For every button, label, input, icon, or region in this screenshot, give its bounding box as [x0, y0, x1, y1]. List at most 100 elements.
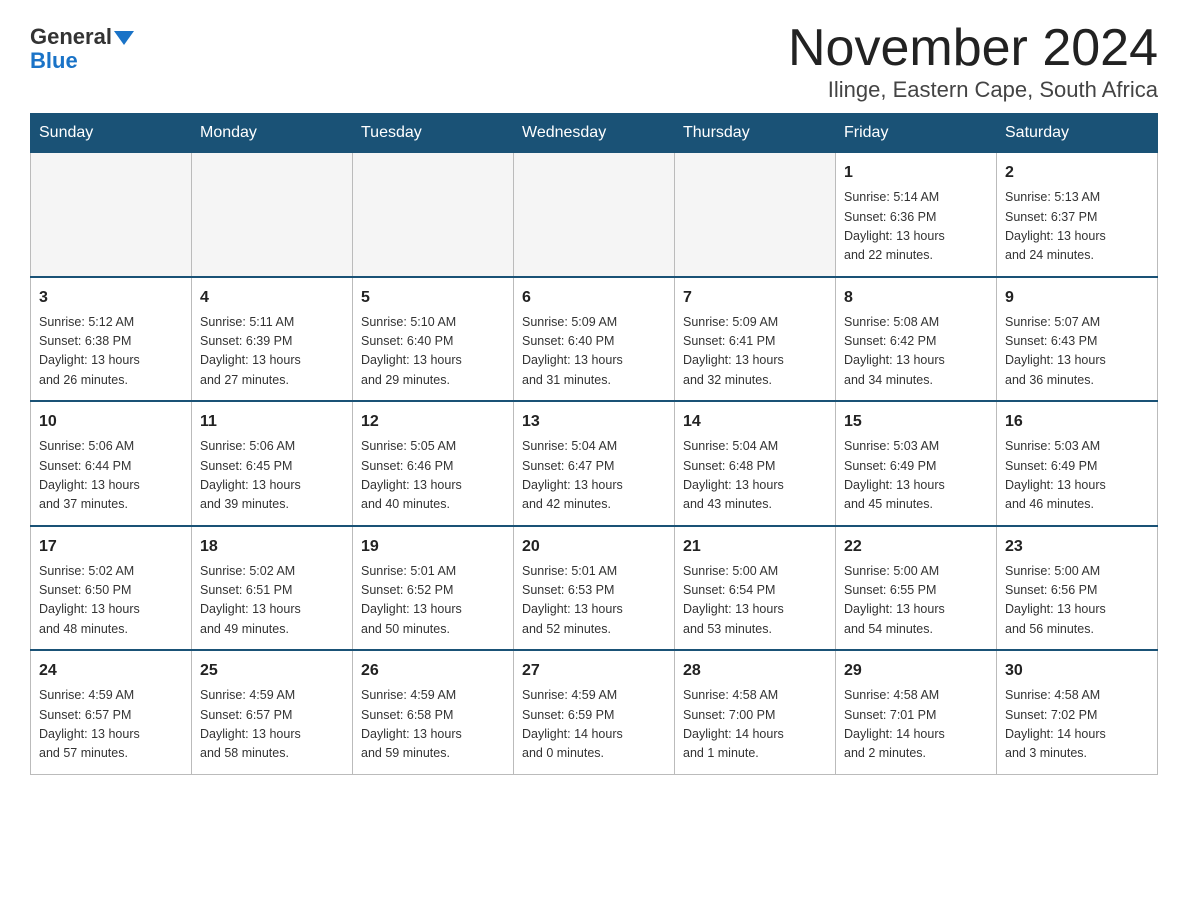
- weekday-header-saturday: Saturday: [997, 114, 1158, 153]
- calendar-cell: 13 Sunrise: 5:04 AM Sunset: 6:47 PM Dayli…: [514, 401, 675, 526]
- day-info: Sunrise: 5:07 AM Sunset: 6:43 PM Dayligh…: [1005, 313, 1149, 391]
- weekday-header-sunday: Sunday: [31, 114, 192, 153]
- day-number: 27: [522, 659, 666, 683]
- day-number: 12: [361, 410, 505, 434]
- calendar-cell: [675, 153, 836, 277]
- weekday-header-tuesday: Tuesday: [353, 114, 514, 153]
- day-number: 3: [39, 286, 183, 310]
- calendar-week-4: 17 Sunrise: 5:02 AM Sunset: 6:50 PM Dayli…: [31, 526, 1158, 651]
- calendar-cell: 20 Sunrise: 5:01 AM Sunset: 6:53 PM Dayli…: [514, 526, 675, 651]
- day-number: 22: [844, 535, 988, 559]
- calendar-week-3: 10 Sunrise: 5:06 AM Sunset: 6:44 PM Dayli…: [31, 401, 1158, 526]
- day-info: Sunrise: 5:06 AM Sunset: 6:44 PM Dayligh…: [39, 437, 183, 515]
- logo: General Blue: [30, 20, 134, 73]
- calendar-cell: 8Sunrise: 5:08 AM Sunset: 6:42 PM Daylig…: [836, 277, 997, 402]
- calendar-cell: 2Sunrise: 5:13 AM Sunset: 6:37 PM Daylig…: [997, 153, 1158, 277]
- day-info: Sunrise: 5:01 AM Sunset: 6:53 PM Dayligh…: [522, 562, 666, 640]
- day-number: 16: [1005, 410, 1149, 434]
- day-info: Sunrise: 4:58 AM Sunset: 7:02 PM Dayligh…: [1005, 686, 1149, 764]
- day-number: 11: [200, 410, 344, 434]
- day-number: 6: [522, 286, 666, 310]
- day-info: Sunrise: 4:59 AM Sunset: 6:59 PM Dayligh…: [522, 686, 666, 764]
- calendar-cell: 25 Sunrise: 4:59 AM Sunset: 6:57 PM Dayli…: [192, 650, 353, 774]
- day-number: 15: [844, 410, 988, 434]
- day-number: 26: [361, 659, 505, 683]
- day-number: 29: [844, 659, 988, 683]
- weekday-header-wednesday: Wednesday: [514, 114, 675, 153]
- calendar-cell: 11 Sunrise: 5:06 AM Sunset: 6:45 PM Dayli…: [192, 401, 353, 526]
- day-number: 1: [844, 161, 988, 185]
- day-number: 17: [39, 535, 183, 559]
- day-info: Sunrise: 5:00 AM Sunset: 6:54 PM Dayligh…: [683, 562, 827, 640]
- day-info: Sunrise: 4:59 AM Sunset: 6:58 PM Dayligh…: [361, 686, 505, 764]
- calendar-cell: 5Sunrise: 5:10 AM Sunset: 6:40 PM Daylig…: [353, 277, 514, 402]
- calendar-cell: 21 Sunrise: 5:00 AM Sunset: 6:54 PM Dayli…: [675, 526, 836, 651]
- calendar-week-5: 24 Sunrise: 4:59 AM Sunset: 6:57 PM Dayli…: [31, 650, 1158, 774]
- day-info: Sunrise: 5:04 AM Sunset: 6:47 PM Dayligh…: [522, 437, 666, 515]
- day-info: Sunrise: 5:00 AM Sunset: 6:55 PM Dayligh…: [844, 562, 988, 640]
- calendar-cell: 9Sunrise: 5:07 AM Sunset: 6:43 PM Daylig…: [997, 277, 1158, 402]
- calendar-cell: [353, 153, 514, 277]
- day-number: 21: [683, 535, 827, 559]
- calendar-table: SundayMondayTuesdayWednesdayThursdayFrid…: [30, 113, 1158, 775]
- calendar-cell: 10 Sunrise: 5:06 AM Sunset: 6:44 PM Dayli…: [31, 401, 192, 526]
- calendar-cell: 15Sunrise: 5:03 AM Sunset: 6:49 PM Dayli…: [836, 401, 997, 526]
- day-number: 5: [361, 286, 505, 310]
- day-number: 28: [683, 659, 827, 683]
- day-number: 8: [844, 286, 988, 310]
- day-number: 4: [200, 286, 344, 310]
- calendar-cell: 3 Sunrise: 5:12 AM Sunset: 6:38 PM Daylig…: [31, 277, 192, 402]
- day-number: 18: [200, 535, 344, 559]
- calendar-cell: 1 Sunrise: 5:14 AM Sunset: 6:36 PM Daylig…: [836, 153, 997, 277]
- day-number: 10: [39, 410, 183, 434]
- calendar-cell: 17 Sunrise: 5:02 AM Sunset: 6:50 PM Dayli…: [31, 526, 192, 651]
- calendar-cell: 12Sunrise: 5:05 AM Sunset: 6:46 PM Dayli…: [353, 401, 514, 526]
- calendar-cell: 27 Sunrise: 4:59 AM Sunset: 6:59 PM Dayli…: [514, 650, 675, 774]
- day-info: Sunrise: 5:13 AM Sunset: 6:37 PM Dayligh…: [1005, 188, 1149, 266]
- logo-general: General: [30, 25, 134, 49]
- weekday-header-monday: Monday: [192, 114, 353, 153]
- calendar-week-1: 1 Sunrise: 5:14 AM Sunset: 6:36 PM Daylig…: [31, 153, 1158, 277]
- calendar-cell: 22 Sunrise: 5:00 AM Sunset: 6:55 PM Dayli…: [836, 526, 997, 651]
- day-number: 23: [1005, 535, 1149, 559]
- weekday-header-friday: Friday: [836, 114, 997, 153]
- day-info: Sunrise: 5:04 AM Sunset: 6:48 PM Dayligh…: [683, 437, 827, 515]
- calendar-subtitle: Ilinge, Eastern Cape, South Africa: [788, 77, 1158, 103]
- day-info: Sunrise: 5:14 AM Sunset: 6:36 PM Dayligh…: [844, 188, 988, 266]
- calendar-cell: 18 Sunrise: 5:02 AM Sunset: 6:51 PM Dayli…: [192, 526, 353, 651]
- day-number: 30: [1005, 659, 1149, 683]
- day-number: 13: [522, 410, 666, 434]
- day-info: Sunrise: 5:02 AM Sunset: 6:50 PM Dayligh…: [39, 562, 183, 640]
- calendar-cell: [514, 153, 675, 277]
- day-info: Sunrise: 4:59 AM Sunset: 6:57 PM Dayligh…: [200, 686, 344, 764]
- day-number: 19: [361, 535, 505, 559]
- calendar-cell: 28Sunrise: 4:58 AM Sunset: 7:00 PM Dayli…: [675, 650, 836, 774]
- calendar-cell: [31, 153, 192, 277]
- day-number: 20: [522, 535, 666, 559]
- day-info: Sunrise: 5:11 AM Sunset: 6:39 PM Dayligh…: [200, 313, 344, 391]
- day-info: Sunrise: 5:09 AM Sunset: 6:40 PM Dayligh…: [522, 313, 666, 391]
- calendar-cell: 6 Sunrise: 5:09 AM Sunset: 6:40 PM Daylig…: [514, 277, 675, 402]
- day-number: 24: [39, 659, 183, 683]
- calendar-cell: 19 Sunrise: 5:01 AM Sunset: 6:52 PM Dayli…: [353, 526, 514, 651]
- day-info: Sunrise: 4:58 AM Sunset: 7:01 PM Dayligh…: [844, 686, 988, 764]
- calendar-cell: 7Sunrise: 5:09 AM Sunset: 6:41 PM Daylig…: [675, 277, 836, 402]
- calendar-cell: 23 Sunrise: 5:00 AM Sunset: 6:56 PM Dayli…: [997, 526, 1158, 651]
- calendar-title: November 2024: [788, 20, 1158, 77]
- calendar-cell: 14 Sunrise: 5:04 AM Sunset: 6:48 PM Dayli…: [675, 401, 836, 526]
- calendar-cell: [192, 153, 353, 277]
- day-info: Sunrise: 5:02 AM Sunset: 6:51 PM Dayligh…: [200, 562, 344, 640]
- day-info: Sunrise: 5:00 AM Sunset: 6:56 PM Dayligh…: [1005, 562, 1149, 640]
- calendar-cell: 24 Sunrise: 4:59 AM Sunset: 6:57 PM Dayli…: [31, 650, 192, 774]
- day-info: Sunrise: 5:06 AM Sunset: 6:45 PM Dayligh…: [200, 437, 344, 515]
- day-number: 25: [200, 659, 344, 683]
- calendar-week-2: 3 Sunrise: 5:12 AM Sunset: 6:38 PM Daylig…: [31, 277, 1158, 402]
- day-info: Sunrise: 5:12 AM Sunset: 6:38 PM Dayligh…: [39, 313, 183, 391]
- day-info: Sunrise: 5:01 AM Sunset: 6:52 PM Dayligh…: [361, 562, 505, 640]
- day-number: 14: [683, 410, 827, 434]
- page-header: General Blue November 2024 Ilinge, Easte…: [30, 20, 1158, 103]
- calendar-header-row: SundayMondayTuesdayWednesdayThursdayFrid…: [31, 114, 1158, 153]
- day-info: Sunrise: 4:59 AM Sunset: 6:57 PM Dayligh…: [39, 686, 183, 764]
- calendar-cell: 29 Sunrise: 4:58 AM Sunset: 7:01 PM Dayli…: [836, 650, 997, 774]
- calendar-cell: 16Sunrise: 5:03 AM Sunset: 6:49 PM Dayli…: [997, 401, 1158, 526]
